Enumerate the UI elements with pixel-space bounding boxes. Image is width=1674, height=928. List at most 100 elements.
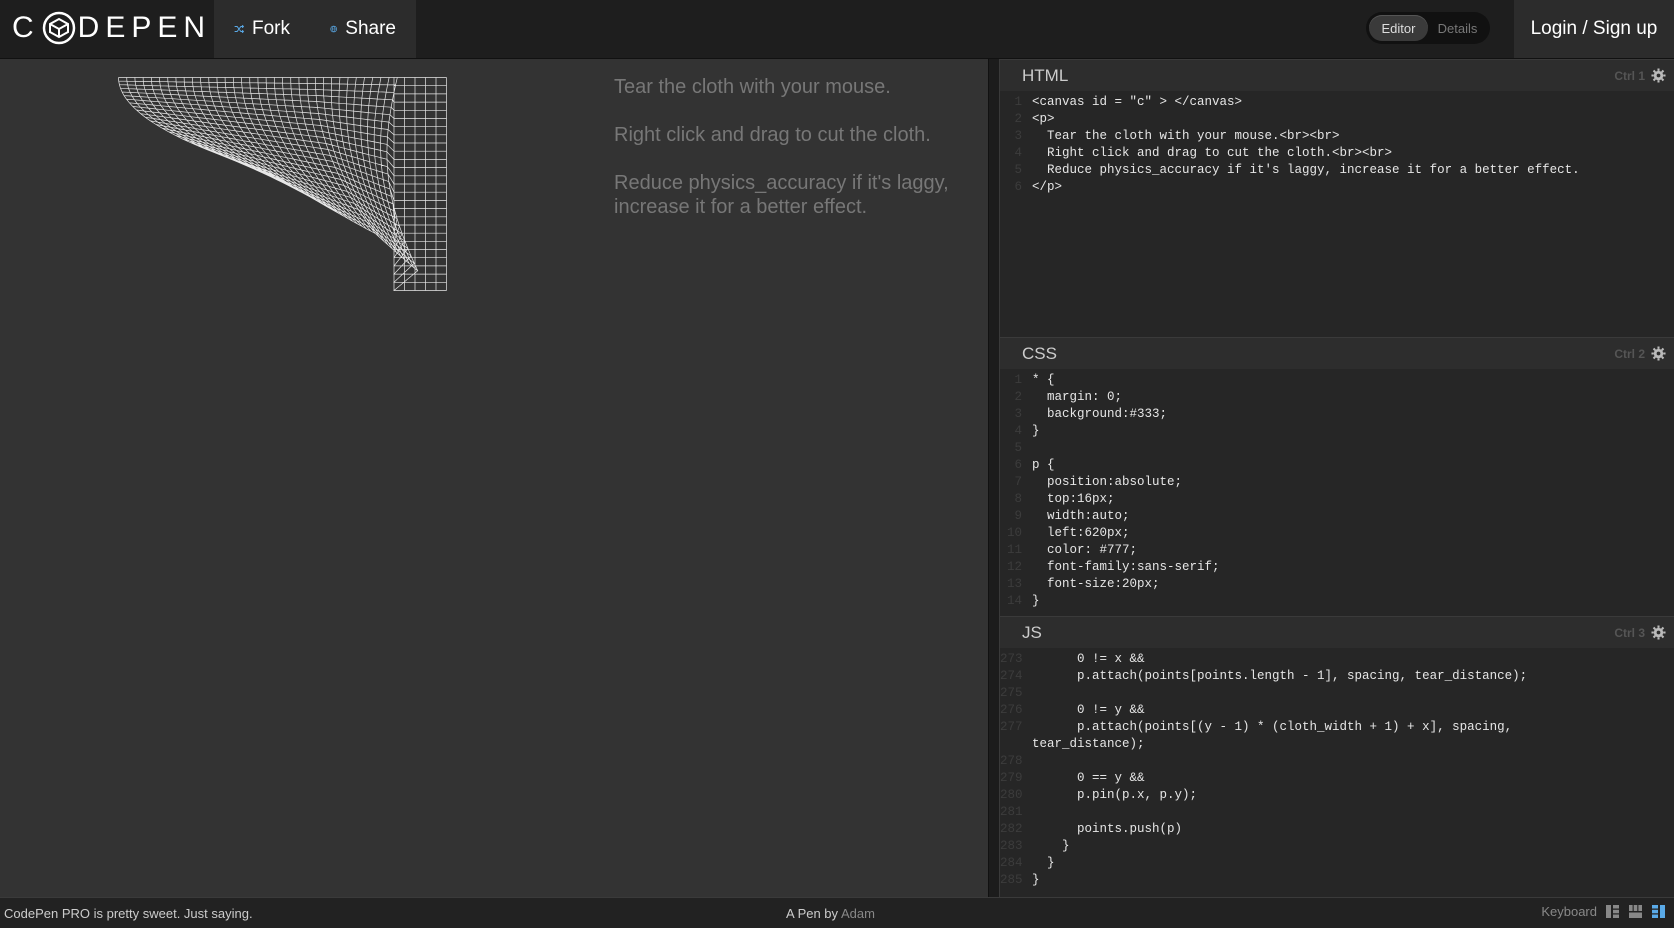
line-number: 283 [1000, 839, 1023, 853]
layout-top-icon[interactable] [1628, 904, 1643, 919]
css-editor[interactable]: CSS Ctrl 2 1 * {2 margin: 0; 3 background:… [1000, 337, 1674, 616]
code-line[interactable]: tear_distance); [1000, 736, 1674, 753]
line-number: 5 [1014, 441, 1022, 455]
line-number: 273 [1000, 652, 1023, 666]
line-text: 0 != y && [1032, 703, 1145, 717]
code-line[interactable]: 281 [1000, 804, 1674, 821]
html-shortcut: Ctrl 1 [1614, 68, 1645, 83]
line-number: 2 [1014, 390, 1022, 404]
line-text: p { [1032, 458, 1055, 472]
line-text: Right click and drag to cut the cloth.<b… [1032, 146, 1393, 160]
gear-icon[interactable] [1651, 625, 1666, 640]
html-code[interactable]: 1 <canvas id = "c" > </canvas> 2 <p> 3 Tear … [1000, 91, 1674, 196]
line-text: </p> [1032, 180, 1063, 194]
code-line[interactable]: 5 [1000, 440, 1674, 457]
pane-resize-handle[interactable] [988, 59, 1000, 897]
css-code[interactable]: 1 * {2 margin: 0; 3 background:#333; 4} 5 6 p … [1000, 369, 1674, 610]
pro-promo-text[interactable]: CodePen PRO is pretty sweet. Just saying… [4, 906, 253, 921]
code-line[interactable]: 3 Tear the cloth with your mouse.<br><br… [1000, 128, 1674, 145]
code-line[interactable]: 6 </p> [1000, 179, 1674, 196]
code-line[interactable]: 278 [1000, 753, 1674, 770]
code-line[interactable]: 3 background:#333; [1000, 406, 1674, 423]
code-line[interactable]: 2 <p> [1000, 111, 1674, 128]
code-line[interactable]: 1 <canvas id = "c" > </canvas> [1000, 94, 1674, 111]
keyboard-link[interactable]: Keyboard [1541, 904, 1597, 919]
code-line[interactable]: 280 p.pin(p.x, p.y); [1000, 787, 1674, 804]
html-editor[interactable]: HTML Ctrl 1 1 <canvas id = "c" > </canvas… [1000, 59, 1674, 337]
code-line[interactable]: 9 width:auto; [1000, 508, 1674, 525]
code-line[interactable]: 276 0 != y && [1000, 702, 1674, 719]
code-line[interactable]: 5 Reduce physics_accuracy if it's laggy,… [1000, 162, 1674, 179]
code-line[interactable]: 282 points.push(p) [1000, 821, 1674, 838]
line-number: 14 [1006, 594, 1022, 608]
line-number: 274 [1000, 669, 1023, 683]
layout-left-icon[interactable] [1605, 904, 1620, 919]
login-signup-button[interactable]: Login / Sign up [1514, 0, 1674, 58]
code-line[interactable]: 279 0 == y && [1000, 770, 1674, 787]
code-line[interactable]: 285} [1000, 872, 1674, 889]
code-line[interactable]: 13 font-size:20px; [1000, 576, 1674, 593]
line-number: 5 [1014, 163, 1022, 177]
preview-line-2: Right click and drag to cut the cloth. [614, 124, 931, 146]
fork-button[interactable]: Fork [214, 0, 310, 58]
css-editor-title: CSS [1022, 343, 1057, 363]
line-text: left:620px; [1032, 526, 1130, 540]
author-link[interactable]: Adam [841, 906, 875, 921]
code-line[interactable]: 4} [1000, 423, 1674, 440]
share-label: Share [345, 18, 396, 39]
code-line[interactable]: 7 position:absolute; [1000, 474, 1674, 491]
js-code[interactable]: 273 0 != x && 274 p.attach(points[points.… [1000, 648, 1674, 889]
toggle-editor[interactable]: Editor [1369, 15, 1428, 41]
line-text: 0 == y && [1032, 771, 1145, 785]
editor-details-toggle[interactable]: Editor Details [1366, 12, 1490, 44]
line-text: top:16px; [1032, 492, 1115, 506]
cloth-canvas[interactable] [118, 77, 478, 317]
line-text: } [1032, 594, 1040, 608]
line-text: position:absolute; [1032, 475, 1183, 489]
code-line[interactable]: 10 left:620px; [1000, 525, 1674, 542]
code-line[interactable]: 14} [1000, 593, 1674, 610]
line-number: 1 [1014, 95, 1022, 109]
code-line[interactable]: 8 top:16px; [1000, 491, 1674, 508]
codepen-logo[interactable]: C DEPEN [12, 8, 211, 48]
code-line[interactable]: 277 p.attach(points[(y - 1) * (cloth_wid… [1000, 719, 1674, 736]
line-text: <canvas id = "c" > </canvas> [1032, 95, 1243, 109]
cloth-mesh [118, 77, 447, 291]
line-number: 3 [1014, 129, 1022, 143]
line-number: 280 [1000, 788, 1023, 802]
code-line[interactable]: 284 } [1000, 855, 1674, 872]
share-button[interactable]: Share [310, 0, 416, 58]
code-line[interactable]: 4 Right click and drag to cut the cloth.… [1000, 145, 1674, 162]
code-line[interactable]: 12 font-family:sans-serif; [1000, 559, 1674, 576]
gear-icon[interactable] [1651, 68, 1666, 83]
code-line[interactable]: 275 [1000, 685, 1674, 702]
code-line[interactable]: 273 0 != x && [1000, 651, 1674, 668]
shuffle-icon [234, 24, 244, 34]
pen-author: A Pen by Adam [786, 906, 875, 921]
js-editor[interactable]: JS Ctrl 3 273 0 != x && 274 p.attach(poin… [1000, 616, 1674, 897]
preview-pane[interactable]: Tear the cloth with your mouse. Right cl… [0, 59, 988, 897]
line-text: color: #777; [1032, 543, 1138, 557]
code-line[interactable]: 6 p { [1000, 457, 1674, 474]
line-number: 12 [1006, 560, 1022, 574]
line-text: tear_distance); [1032, 737, 1145, 751]
code-line[interactable]: 1 * { [1000, 372, 1674, 389]
line-text: points.push(p) [1032, 822, 1183, 836]
line-text: p.attach(points[points.length - 1], spac… [1032, 669, 1528, 683]
gear-icon[interactable] [1651, 346, 1666, 361]
code-line[interactable]: 283 } [1000, 838, 1674, 855]
line-number: 277 [1000, 720, 1023, 734]
layout-right-icon[interactable] [1651, 904, 1666, 919]
toggle-details[interactable]: Details [1428, 15, 1487, 41]
pen-by-prefix: A Pen by [786, 906, 839, 921]
line-text: background:#333; [1032, 407, 1168, 421]
code-line[interactable]: 274 p.attach(points[points.length - 1], … [1000, 668, 1674, 685]
top-bar: C DEPEN Fork Share Editor Details Login … [0, 0, 1674, 59]
code-line[interactable]: 2 margin: 0; [1000, 389, 1674, 406]
line-number: 278 [1000, 754, 1023, 768]
line-number: 284 [1000, 856, 1023, 870]
code-line[interactable]: 11 color: #777; [1000, 542, 1674, 559]
line-number: 11 [1006, 543, 1022, 557]
js-editor-title: JS [1022, 622, 1042, 642]
line-text: } [1032, 839, 1070, 853]
